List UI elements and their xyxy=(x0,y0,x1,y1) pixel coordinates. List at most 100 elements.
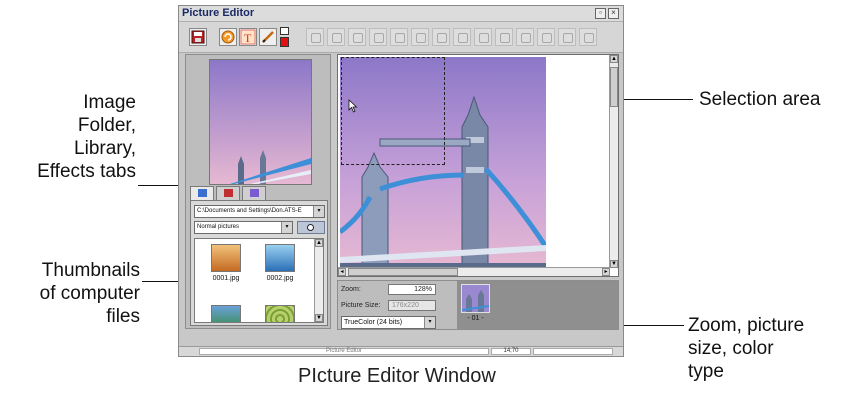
scroll-right-button[interactable]: ▸ xyxy=(602,268,610,276)
zoom-callout: Zoom, picture size, color type xyxy=(688,314,804,383)
thumbnails-callout-line-1: Thumbnails xyxy=(41,260,140,281)
thumbnail-label: 0001.jpg xyxy=(212,275,240,282)
chevron-down-icon: ▾ xyxy=(424,317,435,328)
filter-value: Normal pictures xyxy=(197,224,240,230)
scroll-up-button[interactable]: ▲ xyxy=(315,239,323,247)
effect-button-10[interactable] xyxy=(495,28,513,46)
zoom-field[interactable]: 128% xyxy=(388,284,436,295)
folder-path-select[interactable]: C:\Documents and Settings\Don.ATS-E ▾ xyxy=(194,205,325,218)
thumbnail-list: 0001.jpg 0002.jpg ▲ ▼ xyxy=(194,238,324,323)
color-type-value: TrueColor (24 bits) xyxy=(344,319,403,326)
thumbnail-scrollbar[interactable]: ▲ ▼ xyxy=(314,239,323,322)
effect-button-12[interactable] xyxy=(537,28,555,46)
folder-path-value: C:\Documents and Settings\Don.ATS-E xyxy=(197,208,302,214)
thumbnail-0001[interactable] xyxy=(211,244,241,272)
scroll-up-button[interactable]: ▲ xyxy=(610,55,618,63)
scroll-down-button[interactable]: ▼ xyxy=(315,314,323,322)
close-button[interactable]: × xyxy=(608,8,619,19)
tabs-callout: Image Folder, Library, Effects tabs xyxy=(0,91,136,183)
status-right xyxy=(533,348,613,355)
library-icon xyxy=(224,189,233,197)
tab-library[interactable] xyxy=(216,186,240,200)
effect-button-14[interactable] xyxy=(579,28,597,46)
pen-icon xyxy=(262,31,274,43)
effect-button-4[interactable] xyxy=(369,28,387,46)
tabs-callout-line-1: Image xyxy=(83,92,136,113)
canvas-horizontal-scrollbar[interactable]: ◂ ▸ xyxy=(338,267,610,276)
text-tool-button[interactable]: T xyxy=(239,28,257,46)
effect-button-13[interactable] xyxy=(558,28,576,46)
image-preview xyxy=(209,59,312,185)
status-position: 14,70 xyxy=(491,348,531,355)
picture-size-label: Picture Size: xyxy=(341,302,381,309)
thumbnail-label: 0002.jpg xyxy=(266,275,294,282)
zoom-label: Zoom: xyxy=(341,286,361,293)
zoom-callout-line-1: Zoom, picture xyxy=(688,315,805,336)
zoom-callout-line-3: type xyxy=(688,361,724,382)
tabs-callout-line-4: Effects tabs xyxy=(37,161,136,182)
scroll-thumb[interactable] xyxy=(610,67,618,107)
status-left: Picture Editor xyxy=(199,348,489,355)
panel-tabs xyxy=(190,186,266,200)
thumbnails-callout-line-3: files xyxy=(106,306,140,327)
picture-editor-window: Picture Editor ▫ × T C:\Documents and Se… xyxy=(178,5,624,357)
filmstrip: - 01 - xyxy=(457,281,618,329)
rotate-icon xyxy=(221,30,235,44)
effect-button-2[interactable] xyxy=(327,28,345,46)
tabs-callout-line-3: Library, xyxy=(74,138,136,159)
pen-tool-button[interactable] xyxy=(259,28,277,46)
effect-button-1[interactable] xyxy=(306,28,324,46)
image-info-panel: Zoom: 128% Picture Size: 176x220 TrueCol… xyxy=(337,280,619,330)
tab-image-folder[interactable] xyxy=(190,186,214,200)
effect-button-6[interactable] xyxy=(411,28,429,46)
search-icon xyxy=(307,224,314,231)
color-type-select[interactable]: TrueColor (24 bits) ▾ xyxy=(341,316,436,329)
restore-button[interactable]: ▫ xyxy=(595,8,606,19)
preview-image xyxy=(210,60,311,184)
cursor-icon xyxy=(348,99,358,113)
scroll-thumb[interactable] xyxy=(348,268,458,276)
color-swatch[interactable] xyxy=(280,27,289,47)
thumbnails-callout-line-2: of computer xyxy=(39,283,140,304)
filmstrip-thumbnail[interactable] xyxy=(461,284,490,313)
image-canvas[interactable]: ▲ ▼ ◂ ▸ xyxy=(337,54,619,277)
search-button[interactable] xyxy=(297,221,325,234)
picture-size-value: 176x220 xyxy=(392,302,419,309)
scroll-left-button[interactable]: ◂ xyxy=(338,268,346,276)
svg-text:T: T xyxy=(244,31,252,45)
effect-button-8[interactable] xyxy=(453,28,471,46)
window-title: Picture Editor xyxy=(182,7,255,19)
effect-button-7[interactable] xyxy=(432,28,450,46)
effect-button-3[interactable] xyxy=(348,28,366,46)
effect-button-5[interactable] xyxy=(390,28,408,46)
tab-effects[interactable] xyxy=(242,186,266,200)
canvas-vertical-scrollbar[interactable]: ▲ ▼ xyxy=(609,55,618,268)
floppy-disk-icon xyxy=(191,30,205,44)
picture-size-field[interactable]: 176x220 xyxy=(388,300,436,311)
filter-select[interactable]: Normal pictures ▾ xyxy=(194,221,293,234)
folder-icon xyxy=(198,189,207,197)
text-icon: T xyxy=(240,29,256,45)
toolbar: T xyxy=(179,22,623,53)
chevron-down-icon: ▾ xyxy=(313,206,324,217)
zoom-callout-line-2: size, color xyxy=(688,338,774,359)
zoom-leader-line xyxy=(614,325,684,326)
filmstrip-caption: - 01 - xyxy=(467,315,484,322)
effects-icon xyxy=(250,189,259,197)
thumbnail-0003[interactable] xyxy=(211,305,241,322)
thumbnail-0004[interactable] xyxy=(265,305,295,322)
selection-callout: Selection area xyxy=(699,89,821,110)
save-button[interactable] xyxy=(189,28,207,46)
filmstrip-image xyxy=(462,285,489,312)
window-controls: ▫ × xyxy=(595,8,619,19)
folder-browser: C:\Documents and Settings\Don.ATS-E ▾ No… xyxy=(190,200,328,326)
effect-button-11[interactable] xyxy=(516,28,534,46)
title-bar: Picture Editor ▫ × xyxy=(179,6,623,22)
tabs-callout-line-2: Folder, xyxy=(77,115,136,136)
thumbnails-callout: Thumbnails of computer files xyxy=(0,259,140,328)
thumbnail-0002[interactable] xyxy=(265,244,295,272)
effect-button-9[interactable] xyxy=(474,28,492,46)
chevron-down-icon: ▾ xyxy=(281,222,292,233)
rotate-tool-button[interactable] xyxy=(219,28,237,46)
scroll-down-button[interactable]: ▼ xyxy=(610,260,618,268)
